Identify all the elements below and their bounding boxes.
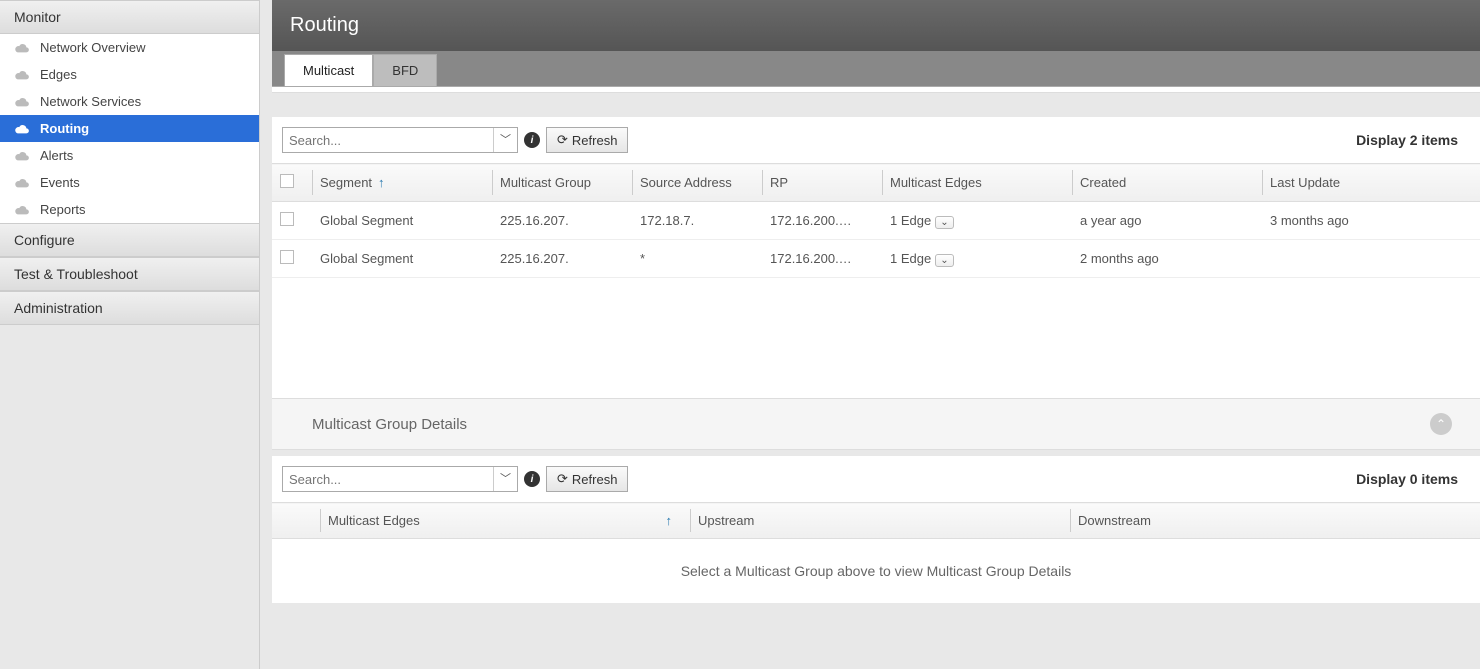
sidebar-item-label: Alerts	[40, 148, 73, 163]
tab-multicast[interactable]: Multicast	[284, 54, 373, 86]
details-refresh-button[interactable]: ⟳ Refresh	[546, 466, 628, 492]
details-header: Multicast Group Details ⌃	[272, 398, 1480, 450]
col-segment[interactable]: Segment↑	[312, 164, 492, 202]
search-box[interactable]: ﹀	[282, 127, 518, 153]
cell-created: a year ago	[1072, 202, 1262, 240]
main-content: Routing Multicast BFD ﹀ i ⟳ Refresh Disp…	[260, 0, 1480, 669]
details-search-box[interactable]: ﹀	[282, 466, 518, 492]
cell-created: 2 months ago	[1072, 240, 1262, 278]
details-table: Multicast Edges↑ Upstream Downstream	[272, 502, 1480, 539]
sidebar-section-test-troubleshoot[interactable]: Test & Troubleshoot	[0, 257, 259, 291]
cell-rp: 172.16.200.…	[762, 240, 882, 278]
col-multicast-edges[interactable]: Multicast Edges	[882, 164, 1072, 202]
cloud-icon	[14, 97, 30, 107]
sidebar-item-alerts[interactable]: Alerts	[0, 142, 259, 169]
cloud-icon	[14, 205, 30, 215]
cell-rp: 172.16.200.…	[762, 202, 882, 240]
row-checkbox[interactable]	[280, 212, 294, 226]
tab-strip: Multicast BFD	[272, 51, 1480, 87]
details-title: Multicast Group Details	[312, 416, 467, 433]
chevron-down-icon[interactable]: ⌄	[935, 216, 953, 229]
cloud-icon	[14, 151, 30, 161]
multicast-table: Segment↑ Multicast Group Source Address …	[272, 163, 1480, 278]
table-row[interactable]: Global Segment 225.16.207. * 172.16.200.…	[272, 240, 1480, 278]
chevron-down-icon[interactable]: ⌄	[935, 254, 953, 267]
page-title: Routing	[272, 0, 1480, 51]
col-last-update[interactable]: Last Update	[1262, 164, 1480, 202]
cell-source-address: *	[632, 240, 762, 278]
toolbar-details: ﹀ i ⟳ Refresh Display 0 items	[272, 456, 1480, 502]
cell-last-update	[1262, 240, 1480, 278]
col-multicast-group[interactable]: Multicast Group	[492, 164, 632, 202]
sidebar-item-label: Events	[40, 175, 80, 190]
sort-asc-icon: ↑	[666, 513, 683, 528]
details-search-input[interactable]	[283, 468, 493, 491]
toolbar-main: ﹀ i ⟳ Refresh Display 2 items	[272, 117, 1480, 163]
col-rp[interactable]: RP	[762, 164, 882, 202]
sidebar-item-network-services[interactable]: Network Services	[0, 88, 259, 115]
cloud-icon	[14, 124, 30, 134]
col-source-address[interactable]: Source Address	[632, 164, 762, 202]
select-all-checkbox[interactable]	[280, 174, 294, 188]
sidebar-item-edges[interactable]: Edges	[0, 61, 259, 88]
cloud-icon	[14, 43, 30, 53]
info-icon[interactable]: i	[524, 471, 540, 487]
sidebar-item-events[interactable]: Events	[0, 169, 259, 196]
cell-source-address: 172.18.7.	[632, 202, 762, 240]
cloud-icon	[14, 70, 30, 80]
cell-multicast-edges: 1 Edge⌄	[882, 202, 1072, 240]
col-created[interactable]: Created	[1072, 164, 1262, 202]
cell-multicast-group: 225.16.207.	[492, 240, 632, 278]
cell-last-update: 3 months ago	[1262, 202, 1480, 240]
refresh-icon: ⟳	[557, 132, 568, 148]
sidebar-section-configure[interactable]: Configure	[0, 223, 259, 257]
sidebar-item-reports[interactable]: Reports	[0, 196, 259, 223]
sort-asc-icon: ↑	[378, 175, 385, 190]
sidebar-item-label: Network Overview	[40, 40, 145, 55]
sidebar-item-label: Edges	[40, 67, 77, 82]
chevron-down-icon[interactable]: ﹀	[493, 128, 517, 152]
refresh-icon: ⟳	[557, 471, 568, 487]
cell-segment: Global Segment	[312, 240, 492, 278]
sidebar-item-label: Network Services	[40, 94, 141, 109]
details-empty-message: Select a Multicast Group above to view M…	[272, 539, 1480, 603]
row-checkbox[interactable]	[280, 250, 294, 264]
chevron-down-icon[interactable]: ﹀	[493, 467, 517, 491]
sidebar-section-monitor[interactable]: Monitor	[0, 0, 259, 34]
details-display-count: Display 0 items	[1356, 471, 1470, 487]
sidebar-section-administration[interactable]: Administration	[0, 291, 259, 325]
refresh-button[interactable]: ⟳ Refresh	[546, 127, 628, 153]
col-details-downstream[interactable]: Downstream	[1070, 503, 1480, 539]
info-icon[interactable]: i	[524, 132, 540, 148]
col-details-multicast-edges[interactable]: Multicast Edges↑	[320, 503, 690, 539]
tab-bfd[interactable]: BFD	[373, 54, 437, 86]
col-details-upstream[interactable]: Upstream	[690, 503, 1070, 539]
search-input[interactable]	[283, 129, 493, 152]
cell-multicast-group: 225.16.207.	[492, 202, 632, 240]
table-row[interactable]: Global Segment 225.16.207. 172.18.7. 172…	[272, 202, 1480, 240]
collapse-icon[interactable]: ⌃	[1430, 413, 1452, 435]
sidebar: Monitor Network Overview Edges Network S…	[0, 0, 260, 669]
cell-multicast-edges: 1 Edge⌄	[882, 240, 1072, 278]
sidebar-item-label: Reports	[40, 202, 86, 217]
cell-segment: Global Segment	[312, 202, 492, 240]
refresh-label: Refresh	[572, 472, 618, 487]
refresh-label: Refresh	[572, 133, 618, 148]
sidebar-item-routing[interactable]: Routing	[0, 115, 259, 142]
display-count: Display 2 items	[1356, 132, 1470, 148]
sidebar-item-network-overview[interactable]: Network Overview	[0, 34, 259, 61]
sidebar-item-label: Routing	[40, 121, 89, 136]
cloud-icon	[14, 178, 30, 188]
